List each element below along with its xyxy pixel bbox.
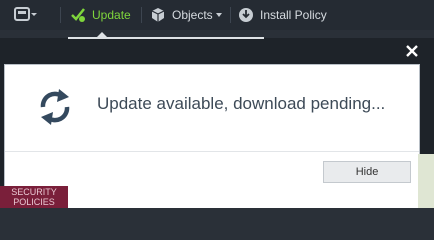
objects-menu-button[interactable]: Objects [150, 0, 222, 30]
install-policy-label: Install Policy [260, 8, 327, 22]
top-toolbar: Update Objects Install Policy [0, 0, 434, 30]
update-message: Update available, download pending... [97, 94, 386, 113]
update-icon [70, 7, 86, 23]
toolbar-divider [141, 7, 142, 23]
close-button[interactable] [403, 42, 421, 60]
install-policy-button[interactable]: Install Policy [238, 0, 327, 30]
hide-button[interactable]: Hide [323, 161, 411, 183]
chevron-down-icon [215, 13, 222, 17]
download-circle-icon [238, 7, 254, 23]
cube-icon [150, 7, 166, 23]
update-dialog: Update available, download pending... Hi… [4, 64, 420, 188]
background-right-panel [418, 154, 434, 208]
refresh-icon [35, 85, 75, 129]
dialog-divider [5, 151, 419, 152]
close-icon [406, 45, 418, 57]
app-menu-button[interactable] [14, 0, 38, 30]
app-menu-icon [14, 7, 38, 23]
popover-pointer [96, 32, 108, 38]
update-button[interactable]: Update [70, 0, 131, 30]
update-label: Update [92, 8, 131, 22]
toolbar-divider [60, 7, 61, 23]
toolbar-divider [230, 7, 231, 23]
objects-label: Objects [172, 8, 213, 22]
security-policies-nav[interactable]: SECURITY POLICIES [0, 186, 68, 208]
